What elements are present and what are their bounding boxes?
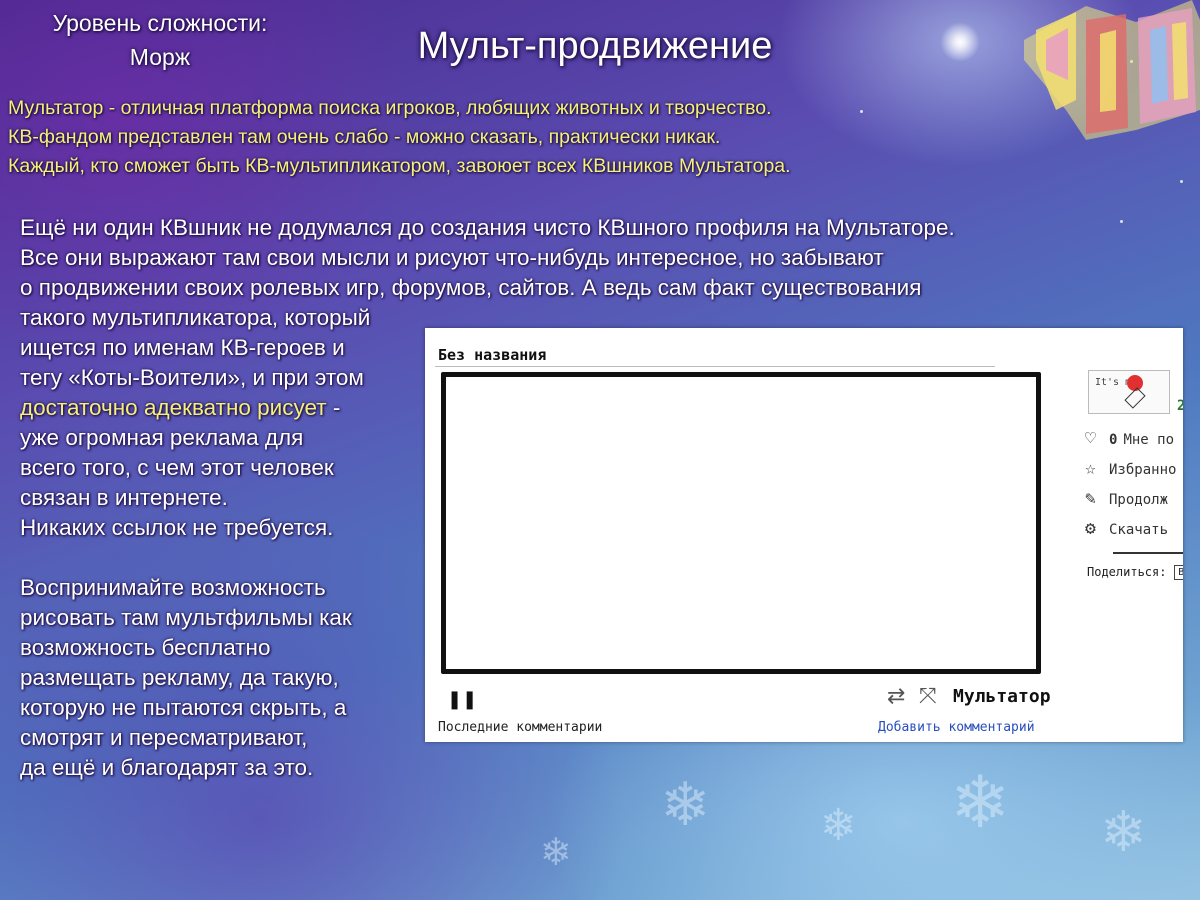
- body-line: Воспринимайте возможность: [20, 575, 326, 600]
- star-icon: ☆: [1085, 458, 1096, 479]
- side-divider: [1113, 552, 1183, 554]
- body-line: возможность бесплатно: [20, 635, 271, 660]
- download-icon: ⚙: [1085, 518, 1096, 539]
- body-line: уже огромная реклама для: [20, 425, 304, 450]
- body-line: да ещё и благодарят за это.: [20, 755, 314, 780]
- multator-brand: Мультатор: [953, 686, 1051, 707]
- intro-line: Каждый, кто сможет быть КВ-мультипликато…: [8, 155, 791, 177]
- sparkle: [1120, 220, 1123, 223]
- logo-shape: [1172, 22, 1188, 100]
- download-label: Скачать: [1109, 522, 1169, 538]
- page-title: Мульт-продвижение: [417, 25, 773, 67]
- favorite-button[interactable]: ☆ Избранно: [1085, 458, 1176, 479]
- continue-label: Продолж: [1109, 492, 1169, 508]
- intro-text: Мультатор - отличная платформа поиска иг…: [8, 94, 908, 181]
- body-line: достаточно адекватно рисует -: [20, 393, 420, 423]
- body-line: такого мультипликатора, который: [20, 305, 371, 330]
- share-row: Поделиться: В: [1087, 565, 1183, 580]
- snowflake-icon: ❄: [660, 770, 711, 840]
- pause-icon[interactable]: ❚❚: [447, 689, 477, 710]
- intro-line: КВ-фандом представлен там очень слабо - …: [8, 126, 721, 148]
- cartoon-canvas[interactable]: [441, 372, 1041, 674]
- highlight-tail: -: [326, 395, 341, 420]
- intro-line: Мультатор - отличная платформа поиска иг…: [8, 97, 772, 119]
- like-button[interactable]: ♡ 0 Мне по: [1085, 428, 1174, 449]
- snowflake-icon: ❄: [820, 800, 857, 851]
- pencil-icon: ✎: [1085, 488, 1096, 509]
- body-line: Все они выражают там свои мысли и рисуют…: [20, 245, 884, 270]
- logo-shape: [1100, 30, 1116, 112]
- last-comments-link[interactable]: Последние комментарии: [438, 720, 602, 735]
- highlighted-phrase: достаточно адекватно рисует: [20, 395, 327, 420]
- snowflake-icon: ❄: [950, 760, 1011, 844]
- multator-screenshot: Без названия ❚❚ ⇄ ⤧ Мультатор Последние …: [425, 328, 1183, 742]
- like-label: Мне по: [1123, 432, 1175, 448]
- body-line: ищется по именам КВ-героев и: [20, 335, 345, 360]
- snowflake-icon: ❄: [1100, 800, 1147, 865]
- glow-star: [940, 22, 980, 62]
- body-line: тегу «Коты-Воители», и при этом: [20, 365, 364, 390]
- heart-icon: ♡: [1085, 428, 1096, 449]
- side-note-text: 2: [1177, 398, 1183, 414]
- body-line: Никаких ссылок не требуется.: [20, 515, 334, 540]
- sparkle: [1180, 180, 1183, 183]
- add-comment-link[interactable]: Добавить комментарий: [878, 720, 1035, 735]
- body-line: смотрят и пересматривают,: [20, 725, 308, 750]
- snowflake-icon: ❄: [540, 830, 572, 874]
- avatar-figure-icon: [1124, 387, 1146, 409]
- logo-shape: [1150, 26, 1168, 104]
- side-note: 2: [1177, 374, 1183, 414]
- difficulty-value: Морж: [129, 44, 191, 70]
- body-line: всего того, с чем этот человек: [20, 455, 334, 480]
- body-text-top: Ещё ни один КВшник не додумался до созда…: [20, 213, 1080, 303]
- favorite-label: Избранно: [1109, 462, 1177, 478]
- body-line: связан в интернете.: [20, 485, 228, 510]
- download-button[interactable]: ⚙ Скачать: [1085, 518, 1168, 539]
- difficulty-label: Уровень сложности: Морж: [30, 6, 290, 74]
- share-label: Поделиться:: [1087, 565, 1167, 579]
- difficulty-line: Уровень сложности:: [52, 10, 268, 36]
- author-avatar[interactable]: It's me!: [1088, 370, 1170, 414]
- cartoon-title: Без названия: [438, 346, 547, 364]
- body-line: о продвижении своих ролевых игр, форумов…: [20, 275, 922, 300]
- continue-button[interactable]: ✎ Продолж: [1085, 488, 1168, 509]
- body-line: рисовать там мультфильмы как: [20, 605, 352, 630]
- title-underline: [435, 366, 995, 367]
- body-line: Ещё ни один КВшник не додумался до созда…: [20, 215, 955, 240]
- body-line: размещать рекламу, да такую,: [20, 665, 339, 690]
- logo: [1024, 0, 1200, 140]
- repeat-icon[interactable]: ⇄: [887, 684, 905, 709]
- body-text-left: такого мультипликатора, который ищется п…: [20, 303, 420, 783]
- share-vk-button[interactable]: В: [1173, 565, 1183, 580]
- body-line: которую не пытаются скрыть, а: [20, 695, 347, 720]
- likes-count: 0: [1109, 432, 1118, 448]
- fullscreen-icon[interactable]: ⤧: [919, 684, 937, 709]
